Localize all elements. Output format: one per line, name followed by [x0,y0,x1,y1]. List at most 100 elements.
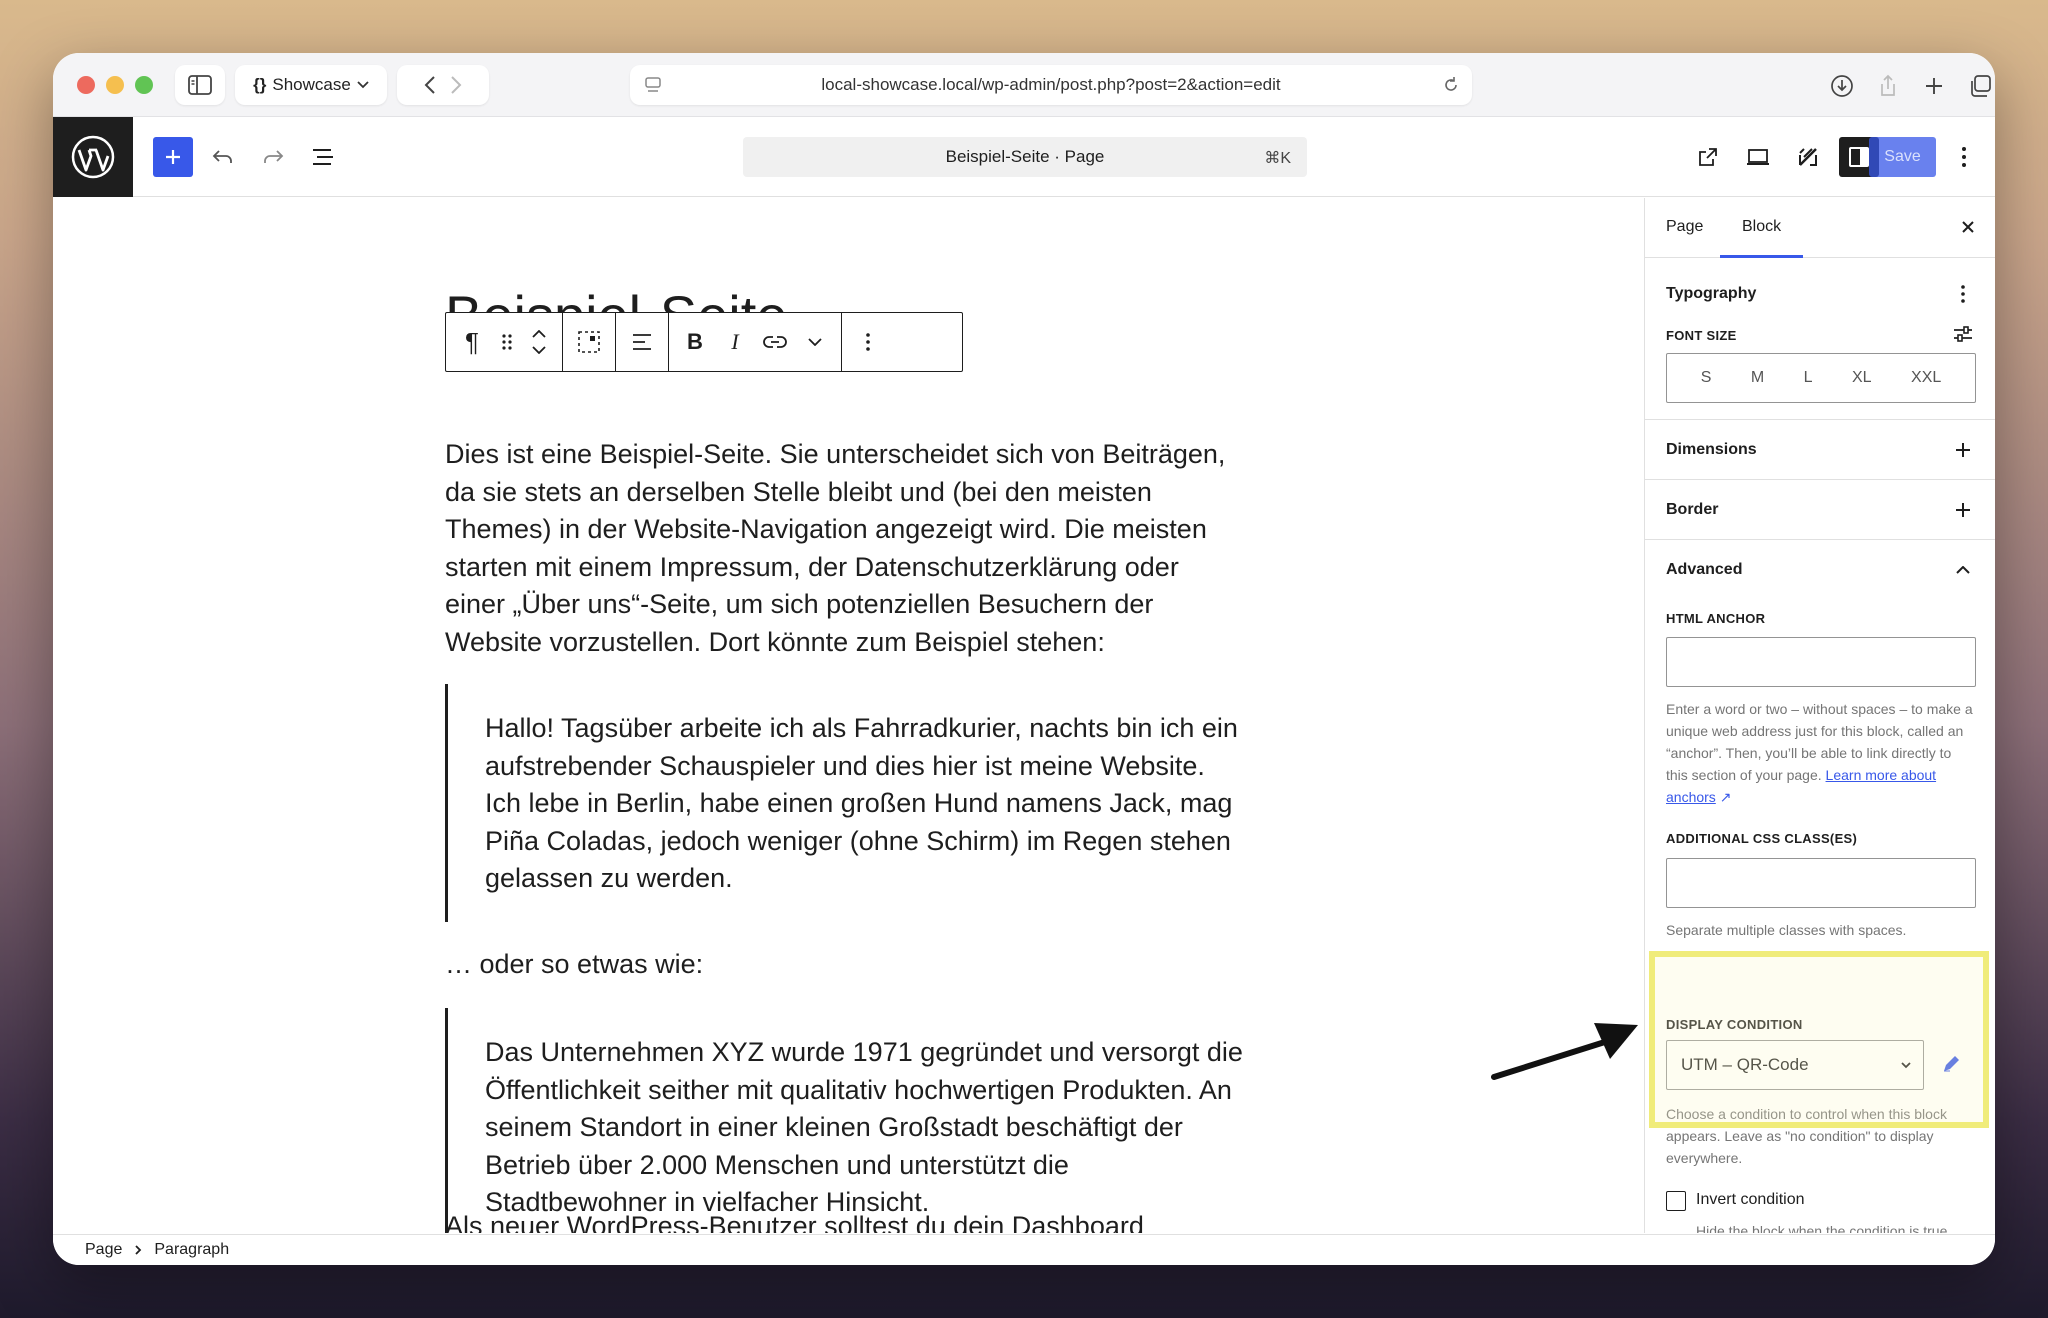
quote-block[interactable]: Das Unternehmen XYZ wurde 1971 gegründet… [445,1008,1245,1233]
paragraph-block[interactable]: Als neuer WordPress-Benutzer solltest du… [445,1208,1245,1233]
new-tab-icon[interactable] [1911,71,1957,101]
back-icon[interactable] [424,75,436,95]
browser-toolbar: {} Showcase local-showcase.local/wp-admi… [53,53,1995,117]
font-size-option[interactable]: XL [1852,369,1872,387]
select-parent-group [563,313,616,371]
tab-block[interactable]: Block [1719,218,1804,258]
block-controls: ¶ [446,313,563,371]
close-sidebar-button[interactable] [1955,214,1981,240]
tab-overview-icon[interactable] [1957,71,1995,101]
chevron-up-icon[interactable] [1951,558,1975,582]
drag-handle[interactable] [492,318,522,366]
align-button[interactable] [622,318,662,366]
braces-icon: {} [253,75,267,94]
preview-button[interactable] [1738,137,1778,177]
typography-title: Typography [1666,285,1757,302]
quote-block[interactable]: Hallo! Tagsüber arbeite ich als Fahrradk… [445,684,1245,922]
display-condition-select[interactable]: UTM – QR-Code [1666,1040,1924,1090]
styles-button[interactable] [1788,137,1828,177]
wordpress-logo-button[interactable] [53,117,133,197]
move-block-buttons[interactable] [522,318,556,366]
options-group [842,313,894,371]
redo-button[interactable] [253,137,293,177]
view-page-button[interactable] [1688,137,1728,177]
breadcrumb-item[interactable]: Paragraph [154,1241,229,1259]
italic-icon: I [731,329,739,354]
font-size-picker: S M L XL XXL [1666,353,1976,403]
font-size-option[interactable]: S [1701,369,1712,387]
edit-pencil-icon[interactable] [1941,1054,1961,1074]
settings-sliders-icon [1954,326,1972,342]
invert-condition-label[interactable]: Invert condition [1696,1191,1805,1209]
dimensions-panel[interactable]: Dimensions [1645,420,1995,480]
font-size-option[interactable]: XXL [1911,369,1941,387]
css-class-input[interactable] [1666,858,1976,908]
italic-button[interactable]: I [715,318,755,366]
plus-icon[interactable] [1951,498,1975,522]
undo-button[interactable] [203,137,243,177]
block-inserter-button[interactable] [153,137,193,177]
tab-group-label: Showcase [272,75,351,94]
document-title-bar[interactable]: Beispiel-Seite · Page ⌘K [743,137,1307,177]
zoom-window-button[interactable] [135,76,153,94]
editor-canvas: Beispiel-Seite ¶ B I Dies ist eine Beisp… [53,198,1643,1233]
plus-icon[interactable] [1951,438,1975,462]
document-title: Beispiel-Seite · Page [945,147,1105,166]
block-breadcrumb: Page Paragraph [53,1234,1995,1265]
document-overview-button[interactable] [303,137,343,177]
styles-icon [1799,148,1817,166]
wordpress-icon [71,135,115,179]
html-anchor-input[interactable] [1666,637,1976,687]
border-title: Border [1666,501,1719,518]
more-formatting-button[interactable] [795,318,835,366]
breadcrumb-item[interactable]: Page [85,1241,122,1259]
border-panel[interactable]: Border [1645,480,1995,540]
address-bar[interactable]: local-showcase.local/wp-admin/post.php?p… [630,65,1472,105]
more-vertical-icon [1962,147,1966,167]
close-window-button[interactable] [77,76,95,94]
paragraph-block[interactable]: Dies ist eine Beispiel-Seite. Sie unters… [445,436,1245,661]
chevron-down-icon [808,338,822,346]
share-icon[interactable] [1865,71,1911,101]
display-condition-value: UTM – QR-Code [1681,1055,1809,1074]
chevron-down-icon[interactable] [532,346,546,354]
typography-options-button[interactable] [1951,282,1975,306]
drag-icon [502,334,512,350]
font-size-option[interactable]: L [1804,369,1813,387]
tab-page[interactable]: Page [1666,218,1703,236]
more-vertical-icon [1961,285,1965,303]
html-anchor-help: Enter a word or two – without spaces – t… [1666,698,1976,808]
download-icon[interactable] [1819,71,1865,101]
reload-icon[interactable] [1442,75,1460,95]
chevron-down-icon [1901,1062,1911,1069]
custom-size-button[interactable] [1951,322,1975,346]
tab-group-button[interactable]: {} Showcase [235,65,387,105]
page-settings-icon[interactable] [644,75,662,95]
save-button[interactable]: Save [1869,137,1936,177]
close-icon [1962,221,1974,233]
undo-icon [212,150,232,163]
paragraph-block-button[interactable]: ¶ [452,318,492,366]
invert-condition-checkbox[interactable] [1666,1191,1686,1211]
desktop-icon [1747,149,1769,165]
bold-icon: B [687,329,703,354]
link-button[interactable] [755,318,795,366]
external-link-icon [1699,148,1717,166]
select-parent-button[interactable] [569,318,609,366]
forward-icon[interactable] [450,75,462,95]
html-anchor-label: HTML ANCHOR [1666,611,1766,626]
paragraph-block[interactable]: … oder so etwas wie: [445,946,1245,984]
sidebar-toggle-button[interactable] [175,65,225,105]
font-size-option[interactable]: M [1751,369,1764,387]
annotation-arrow-icon [1491,1023,1638,1080]
redo-icon [264,150,284,163]
bold-button[interactable]: B [675,318,715,366]
block-options-button[interactable] [848,318,888,366]
chevron-up-icon[interactable] [532,330,546,338]
options-menu-button[interactable] [1944,137,1984,177]
css-class-help: Separate multiple classes with spaces. [1666,922,1907,938]
advanced-title[interactable]: Advanced [1666,561,1742,579]
align-group [616,313,669,371]
font-size-label: FONT SIZE [1666,328,1737,343]
minimize-window-button[interactable] [106,76,124,94]
